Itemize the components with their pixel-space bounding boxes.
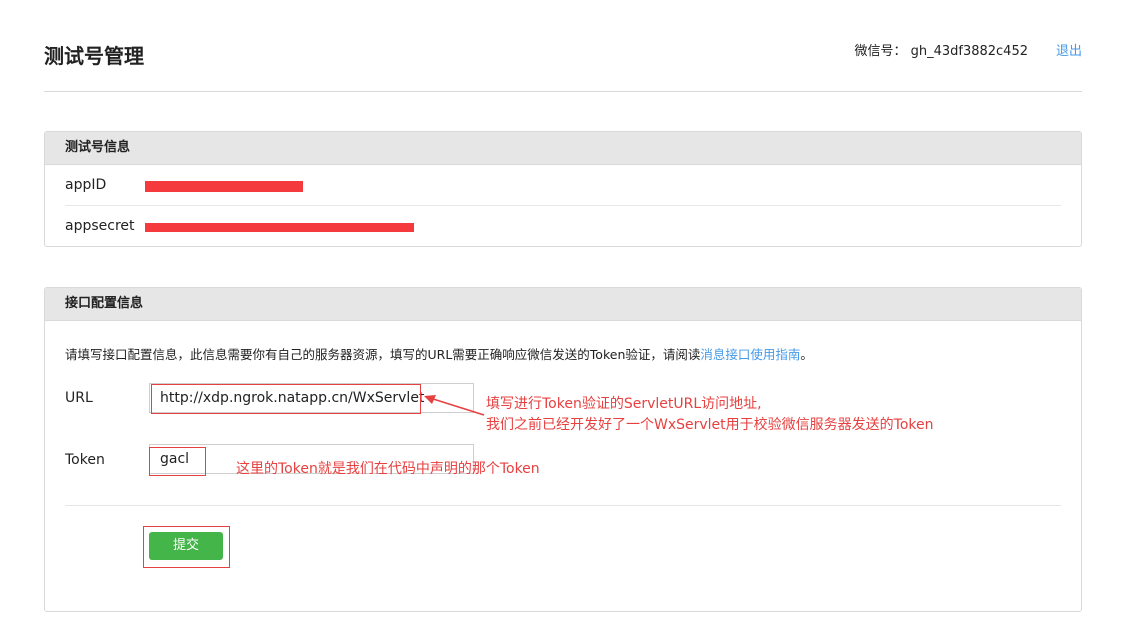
panel-title: 接口配置信息 <box>45 288 1081 321</box>
url-annotation-line1: 填写进行Token验证的ServletURL访问地址, <box>486 396 762 412</box>
interface-config-panel: 接口配置信息 请填写接口配置信息，此信息需要你有自己的服务器资源，填写的URL需… <box>44 287 1082 612</box>
token-label: Token <box>65 452 105 468</box>
page-title: 测试号管理 <box>44 44 144 68</box>
url-label: URL <box>65 390 93 406</box>
page-header: 测试号管理 微信号： gh_43df3882c452 退出 <box>44 0 1082 92</box>
test-account-info-panel: 测试号信息 appID appsecret <box>44 131 1082 247</box>
appid-label: appID <box>65 177 107 193</box>
row-divider <box>65 205 1061 206</box>
appid-redaction <box>145 181 303 192</box>
url-input[interactable] <box>149 383 474 413</box>
appsecret-label: appsecret <box>65 218 135 234</box>
wechat-account-id: 微信号： gh_43df3882c452 <box>854 44 1028 59</box>
message-api-guide-link[interactable]: 消息接口使用指南 <box>700 347 800 362</box>
appsecret-redaction <box>145 223 414 232</box>
submit-button[interactable]: 提交 <box>149 532 223 560</box>
form-divider <box>65 505 1061 506</box>
description-end: 。 <box>800 347 813 362</box>
logout-link[interactable]: 退出 <box>1056 40 1082 59</box>
config-description: 请填写接口配置信息，此信息需要你有自己的服务器资源，填写的URL需要正确响应微信… <box>65 344 813 363</box>
description-text: 请填写接口配置信息，此信息需要你有自己的服务器资源，填写的URL需要正确响应微信… <box>65 347 701 362</box>
panel-title: 测试号信息 <box>45 132 1081 165</box>
token-annotation: 这里的Token就是我们在代码中声明的那个Token <box>236 461 540 477</box>
url-annotation: 填写进行Token验证的ServletURL访问地址, 我们之前已经开发好了一个… <box>486 394 934 436</box>
url-annotation-line2: 我们之前已经开发好了一个WxServlet用于校验微信服务器发送的Token <box>486 417 934 433</box>
